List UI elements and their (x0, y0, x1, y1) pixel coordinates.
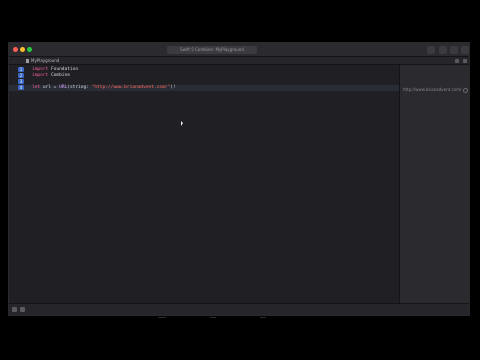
window-title: Swift 5 Combine: MyPlayground (167, 46, 257, 54)
inspector-toggle-button[interactable] (461, 46, 469, 54)
maximize-window-button[interactable] (27, 47, 32, 52)
add-button[interactable] (427, 46, 435, 54)
debug-area-toggle-icon[interactable] (12, 307, 17, 312)
dash (158, 317, 166, 318)
navigator-toggle-button[interactable] (439, 46, 447, 54)
title-bar: Swift 5 Combine: MyPlayground (9, 43, 469, 57)
quick-look-icon[interactable] (463, 88, 468, 93)
results-sidebar: http://www.brianadvent.com/ (399, 65, 469, 305)
editor-options-icon[interactable] (463, 59, 467, 63)
bottom-bar (9, 303, 469, 315)
tab-myplayground[interactable]: MyPlayground (31, 57, 59, 65)
debug-toggle-button[interactable] (450, 46, 458, 54)
line-number[interactable]: 2 (18, 73, 24, 78)
line-number[interactable]: 4 (18, 85, 24, 90)
video-letterbox-dashes (150, 317, 330, 319)
line-number[interactable]: 3 (18, 79, 24, 84)
playground-file-icon (26, 59, 29, 63)
line-number[interactable]: 1 (18, 67, 24, 72)
run-playground-icon[interactable] (20, 307, 25, 312)
code-line-active: 4 let url = URL(string: "http://www.bria… (9, 85, 399, 91)
dash (210, 317, 216, 318)
tab-bar: MyPlayground (9, 57, 469, 65)
dash (260, 317, 266, 318)
result-value: http://www.brianadvent.com/ (403, 87, 462, 92)
code-text: let url = URL(string: "http://www.briana… (32, 85, 176, 90)
minimize-window-button[interactable] (20, 47, 25, 52)
mouse-pointer-icon (181, 121, 183, 126)
code-editor[interactable]: 1 import Foundation 2 import Combine 3 4… (9, 65, 399, 305)
related-items-icon[interactable] (455, 59, 459, 63)
close-window-button[interactable] (13, 47, 18, 52)
playground-window: Swift 5 Combine: MyPlayground MyPlaygrou… (8, 42, 470, 316)
